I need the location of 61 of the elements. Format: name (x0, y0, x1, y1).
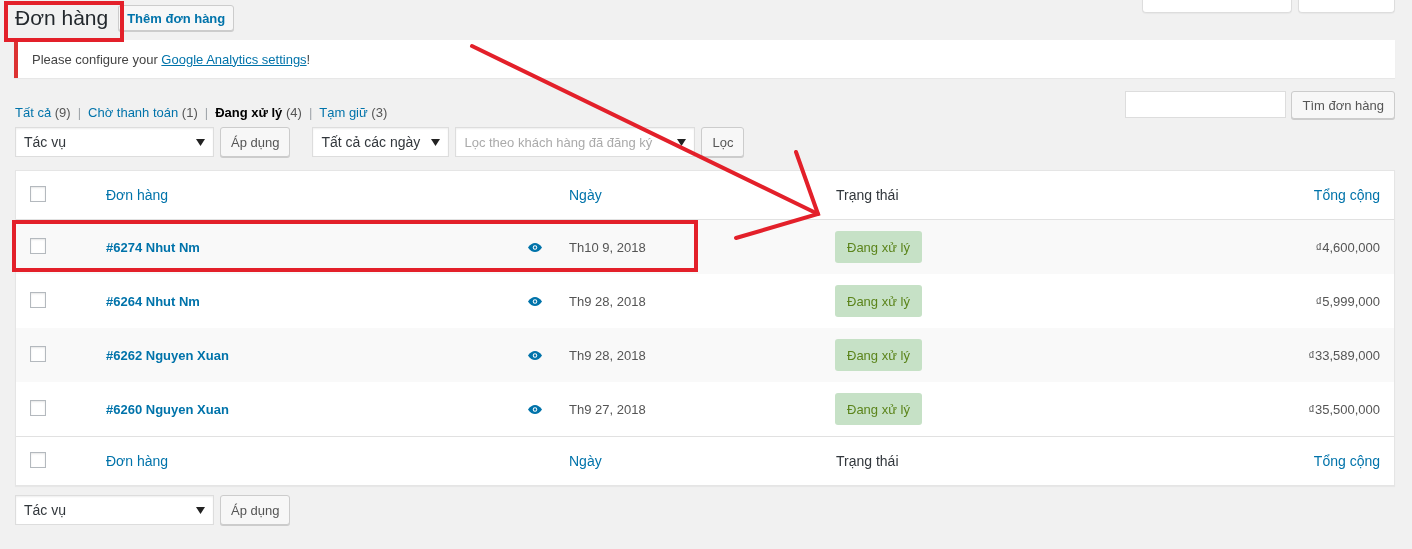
order-date: Th9 27, 2018 (568, 401, 647, 417)
notice-message: Please configure your Google Analytics settings! (32, 51, 311, 67)
status-badge: Đang xử lý (835, 285, 922, 317)
analytics-settings-link[interactable]: Google Analytics settings (161, 51, 307, 67)
order-date: Th10 9, 2018 (568, 239, 647, 255)
apply-button[interactable]: Áp dụng (220, 495, 291, 525)
view-count: (9) (54, 105, 71, 120)
add-order-button[interactable]: Thêm đơn hàng (118, 5, 235, 31)
page-title: Đơn hàng (15, 5, 109, 31)
status-view-link[interactable]: Tạm giữ (319, 105, 368, 120)
order-total: ₫4,600,000 (1314, 239, 1381, 255)
search-field[interactable] (1125, 91, 1287, 118)
status-badge: Đang xử lý (835, 231, 922, 263)
bulk-action-dropdown[interactable]: Tác vụ (15, 127, 214, 157)
order-link[interactable]: #6264 Nhut Nm (106, 293, 200, 309)
column-header[interactable]: Ngày (554, 187, 821, 203)
column-header[interactable]: Đơn hàng (91, 453, 554, 469)
column-header: Trạng thái (835, 187, 900, 203)
order-date: Th9 28, 2018 (568, 347, 647, 363)
date-filter-dropdown[interactable]: Tất cả các ngày (312, 127, 450, 157)
order-link[interactable]: #6274 Nhut Nm (106, 239, 200, 255)
caret-icon (196, 138, 205, 146)
separator: | (204, 105, 209, 120)
caret-icon (677, 138, 687, 146)
checkbox[interactable] (30, 291, 46, 308)
order-date: Th9 28, 2018 (568, 293, 647, 309)
checkbox[interactable] (30, 237, 46, 254)
checkbox[interactable] (30, 345, 46, 362)
checkbox[interactable] (30, 399, 46, 416)
bulk-action-dropdown[interactable]: Tác vụ (15, 495, 214, 525)
order-link[interactable]: #6260 Nguyen Xuan (106, 401, 229, 417)
separator: | (308, 105, 313, 120)
status-badge: Đang xử lý (835, 339, 922, 371)
checkbox[interactable] (30, 185, 46, 202)
search-orders-button[interactable]: Tìm đơn hàng (1291, 91, 1395, 119)
column-header[interactable]: Tổng cộng (1298, 453, 1394, 469)
order-total: ₫35,500,000 (1307, 401, 1381, 417)
separator: | (77, 105, 82, 120)
column-header: Trạng thái (835, 453, 900, 469)
preview-eye-icon[interactable] (528, 296, 542, 306)
status-view-link[interactable]: Đang xử lý (215, 105, 283, 120)
column-header[interactable]: Đơn hàng (91, 187, 554, 203)
column-header[interactable]: Ngày (554, 453, 821, 469)
view-count: (3) (371, 105, 388, 120)
view-count: (1) (181, 105, 198, 120)
order-total: ₫33,589,000 (1307, 347, 1381, 363)
apply-button[interactable]: Áp dụng (220, 127, 291, 157)
checkbox[interactable] (30, 451, 46, 468)
view-count: (4) (286, 105, 302, 120)
caret-icon (196, 506, 205, 514)
status-badge: Đang xử lý (835, 393, 922, 425)
order-total: ₫5,999,000 (1314, 293, 1381, 309)
column-header[interactable]: Tổng cộng (1298, 187, 1394, 203)
status-view-link[interactable]: Chờ thanh toán (88, 105, 179, 120)
caret-icon (431, 138, 441, 146)
preview-eye-icon[interactable] (528, 242, 542, 252)
preview-eye-icon[interactable] (528, 404, 542, 414)
status-view-link[interactable]: Tất cả (15, 105, 52, 120)
filter-button[interactable]: Lọc (701, 127, 745, 157)
order-link[interactable]: #6262 Nguyen Xuan (106, 347, 229, 363)
preview-eye-icon[interactable] (528, 350, 542, 360)
